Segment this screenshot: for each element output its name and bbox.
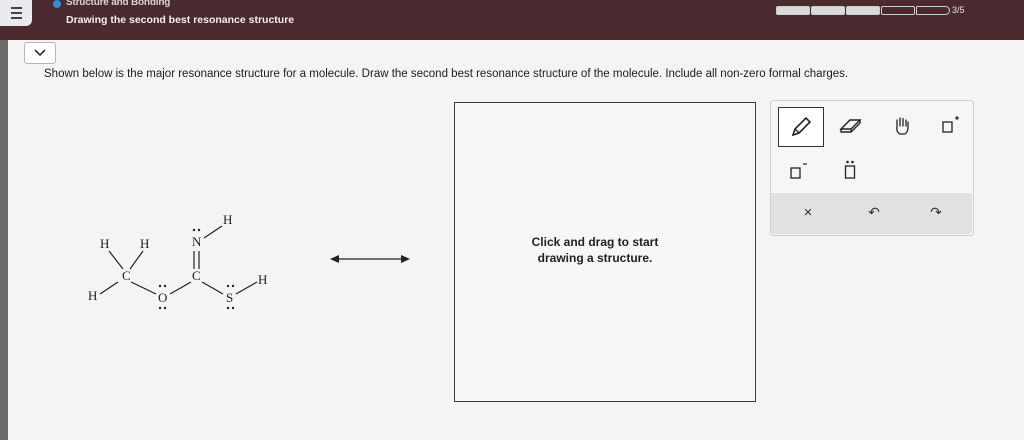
- atom-h: H: [140, 236, 149, 251]
- question-text: Shown below is the major resonance struc…: [44, 68, 849, 80]
- lone-pair-button[interactable]: [836, 156, 864, 184]
- topic-label: Structure and Bonding: [66, 0, 171, 8]
- major-resonance-structure: H H C H O C N H S H: [88, 212, 267, 310]
- progress-segment: [881, 6, 915, 15]
- positive-charge-button[interactable]: [936, 112, 964, 140]
- positive-charge-icon: [942, 116, 959, 133]
- negative-charge-icon: [790, 163, 807, 179]
- hand-icon: [896, 117, 909, 135]
- collapse-button[interactable]: [24, 42, 56, 64]
- menu-button[interactable]: [0, 0, 32, 26]
- top-bar: Structure and Bonding Drawing the second…: [0, 0, 1024, 40]
- progress-bar: [776, 6, 951, 15]
- resonance-arrow-icon: [330, 255, 410, 263]
- pencil-icon: [791, 116, 812, 137]
- atom-n: N: [192, 234, 202, 249]
- undo-button[interactable]: ↶: [862, 200, 886, 224]
- negative-charge-button[interactable]: [784, 158, 812, 186]
- atom-h: H: [258, 272, 267, 287]
- menu-icon-line: [10, 17, 22, 19]
- atom-c: C: [122, 268, 131, 283]
- clear-button[interactable]: ×: [796, 200, 820, 224]
- progress-text: 3/5: [952, 5, 965, 15]
- progress-segment: [811, 6, 845, 15]
- hand-tool-button[interactable]: [886, 110, 918, 142]
- lone-pair-icon: [844, 160, 856, 179]
- atom-s: S: [226, 290, 233, 305]
- atom-h: H: [88, 288, 97, 303]
- progress-segment: [916, 6, 950, 15]
- redo-button[interactable]: ↷: [924, 200, 948, 224]
- page-title: Drawing the second best resonance struct…: [66, 14, 295, 26]
- atom-h: H: [223, 212, 232, 227]
- atom-o: O: [158, 290, 167, 305]
- canvas-hint: Click and drag to start drawing a struct…: [531, 235, 659, 265]
- eraser-tool-button[interactable]: [834, 110, 868, 142]
- atom-h: H: [100, 236, 109, 251]
- menu-icon: [10, 7, 22, 9]
- pencil-tool-button[interactable]: [778, 107, 824, 147]
- atom-c: C: [192, 268, 201, 283]
- progress-segment: [846, 6, 880, 15]
- progress-segment: [776, 6, 810, 15]
- topic-dot-icon: [53, 0, 61, 8]
- eraser-icon: [839, 119, 862, 133]
- chevron-down-icon: [34, 49, 46, 57]
- menu-icon-line: [10, 12, 22, 14]
